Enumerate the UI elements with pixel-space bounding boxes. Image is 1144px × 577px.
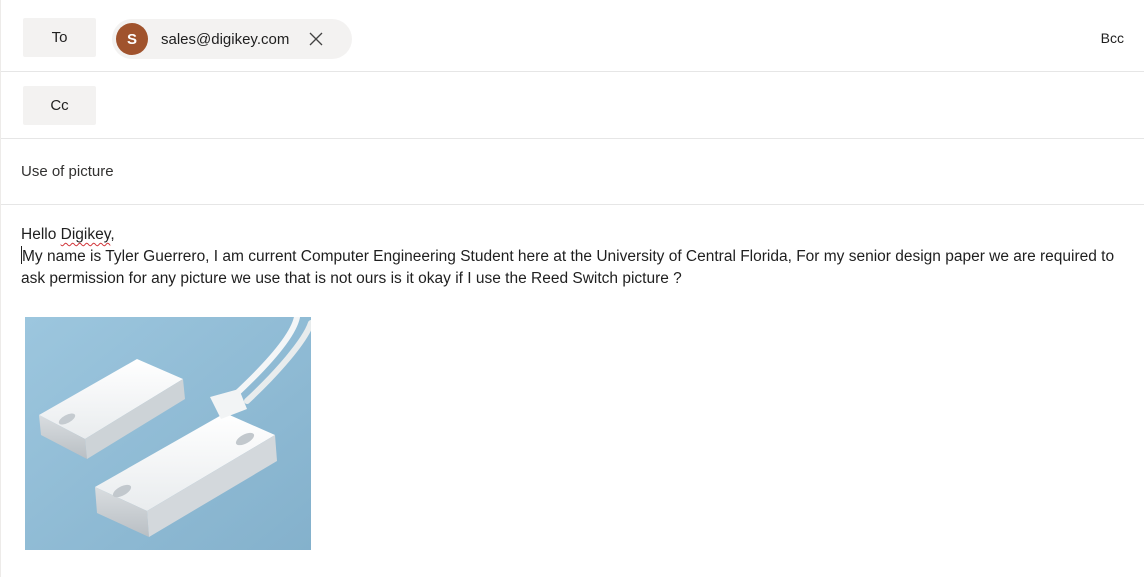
- subject-row[interactable]: Use of picture: [1, 139, 1144, 205]
- reed-switch-image[interactable]: [25, 317, 311, 550]
- recipient-email: sales@digikey.com: [161, 30, 290, 48]
- avatar: S: [116, 23, 148, 55]
- misspelled-word: Digikey: [60, 226, 111, 243]
- greeting-prefix: Hello: [21, 226, 61, 243]
- to-row: To S sales@digikey.com Bcc: [1, 0, 1144, 72]
- message-body[interactable]: Hello Digikey, My name is Tyler Guerrero…: [21, 224, 1131, 290]
- body-paragraph: My name is Tyler Guerrero, I am current …: [21, 246, 1131, 290]
- cc-button[interactable]: Cc: [23, 86, 96, 125]
- greeting-suffix: ,: [110, 226, 115, 243]
- email-compose-form: To S sales@digikey.com Bcc Cc Use of pic…: [0, 0, 1144, 577]
- greeting-line: Hello Digikey,: [21, 224, 1131, 246]
- cc-row: Cc: [1, 72, 1144, 139]
- to-button[interactable]: To: [23, 18, 96, 57]
- subject-field[interactable]: Use of picture: [21, 163, 114, 180]
- body-text: My name is Tyler Guerrero, I am current …: [21, 248, 1115, 287]
- close-icon[interactable]: [307, 30, 325, 48]
- recipient-pill[interactable]: S sales@digikey.com: [112, 19, 352, 59]
- bcc-button[interactable]: Bcc: [1101, 30, 1124, 46]
